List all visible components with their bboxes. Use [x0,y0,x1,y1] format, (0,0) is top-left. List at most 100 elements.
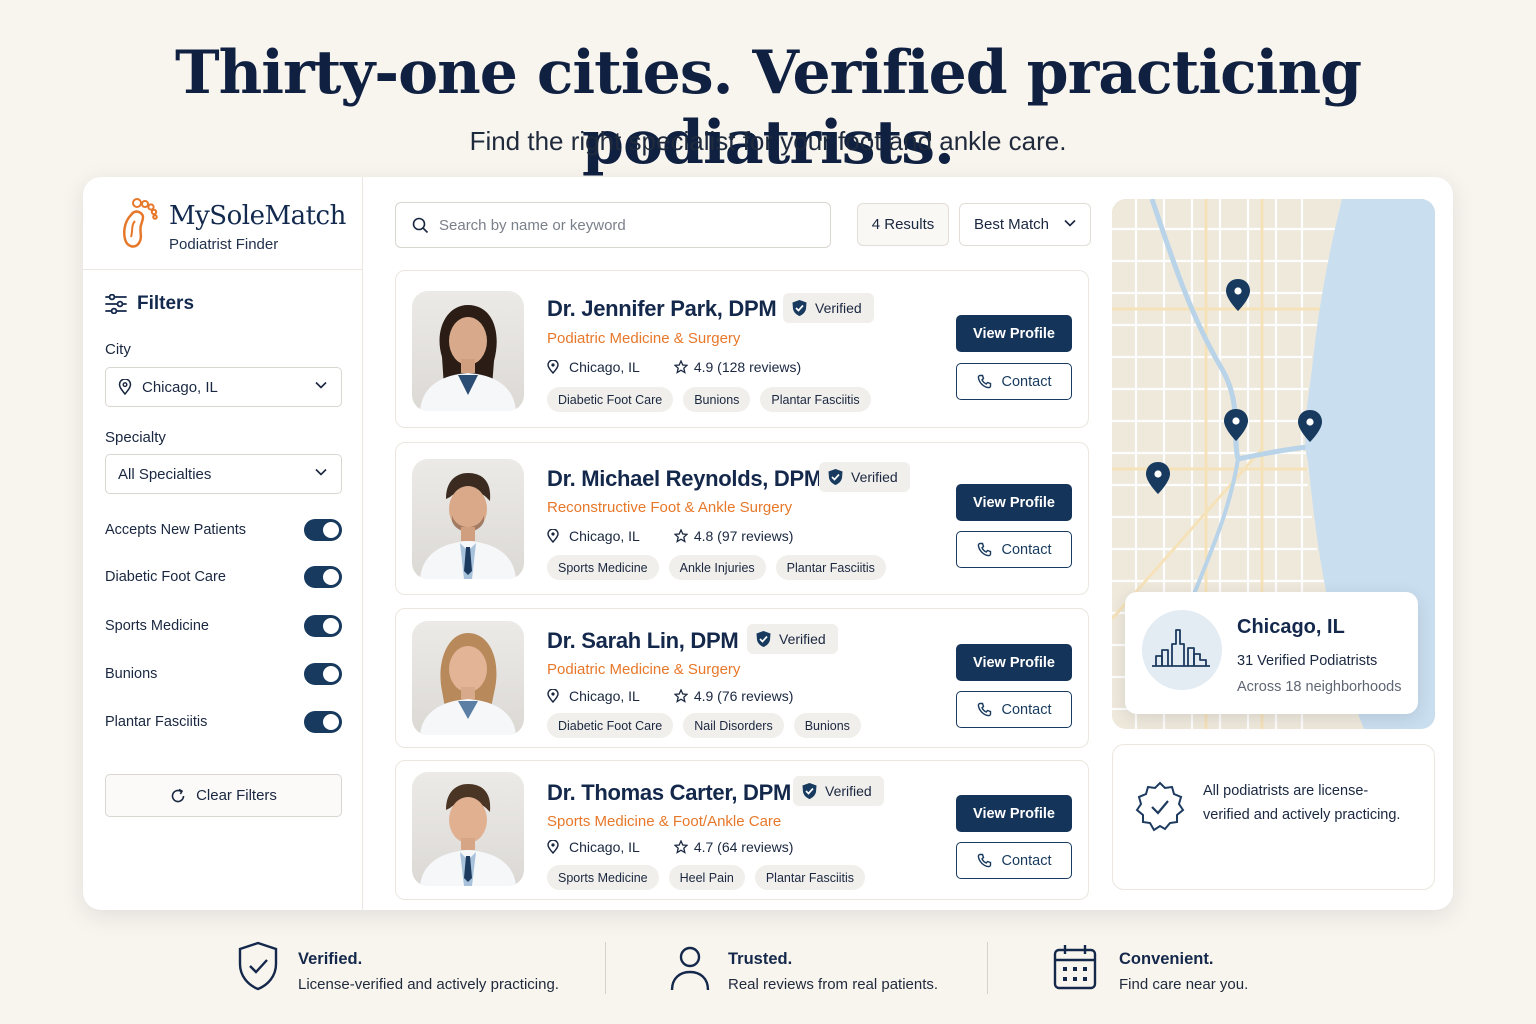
filters-title: Filters [137,293,195,314]
sliders-icon [105,294,127,314]
doctor-portrait-icon [420,473,516,579]
doctor-name: Dr. Michael Reynolds, DPM [547,466,822,491]
tag: Ankle Injuries [668,555,766,580]
doctor-card: Dr. Sarah Lin, DPM Verified Podiatric Me… [395,608,1089,748]
feature-desc: License-verified and actively practicing… [298,976,559,993]
tag: Sports Medicine [547,555,659,580]
doctor-meta: Chicago, IL 4.7 (64 reviews) [547,839,793,855]
doctor-specialty: Podiatric Medicine & Surgery [547,330,741,347]
filters-heading: Filters [105,293,194,315]
toggle-label: Bunions [105,666,158,682]
bunions-toggle[interactable] [304,663,342,685]
contact-label: Contact [1001,701,1052,718]
contact-button[interactable]: Contact [956,842,1072,879]
doctor-photo [412,459,524,579]
feature-desc: Find care near you. [1119,976,1249,993]
phone-icon [977,542,991,557]
results-count: 4 Results [857,203,949,246]
verified-label: Verified [815,300,862,316]
accepts-new-patients-toggle[interactable] [304,519,342,541]
city-podiatrist-count: 31 Verified Podiatrists [1237,653,1378,669]
verified-check-icon [802,783,817,799]
tag: Bunions [793,713,861,738]
doctor-rating: 4.9 (76 reviews) [693,688,794,704]
verified-check-icon [828,469,843,485]
toggle-row-diabetic-foot-care: Diabetic Foot Care [105,564,342,590]
doctor-name: Dr. Thomas Carter, DPM [547,780,792,805]
tag: Plantar Fasciitis [754,865,866,890]
toggle-row-plantar-fasciitis: Plantar Fasciitis [105,709,342,735]
contact-label: Contact [1001,373,1052,390]
verified-check-icon [756,631,771,647]
phone-icon [977,853,991,868]
verified-badge: Verified [747,624,838,654]
chevron-down-icon [315,468,327,476]
city-neighborhoods: Across 18 neighborhoods [1237,679,1402,695]
feature-title: Convenient. [1119,950,1214,968]
user-icon [670,946,710,991]
diabetic-foot-care-toggle[interactable] [304,566,342,588]
doctor-card: Dr. Thomas Carter, DPM Verified Sports M… [395,760,1089,900]
brand-header: MySoleMatch Podiatrist Finder [83,177,363,270]
specialty-select[interactable]: All Specialties [105,454,342,494]
license-note-card: All podiatrists are license-verified and… [1112,744,1435,890]
app-window: MySoleMatch Podiatrist Finder Filters Ci… [83,177,1453,910]
sidebar: MySoleMatch Podiatrist Finder Filters Ci… [83,177,363,910]
toggle-label: Plantar Fasciitis [105,714,208,730]
sort-select-value: Best Match [974,216,1050,233]
verified-badge: Verified [793,776,884,806]
doctor-specialty: Sports Medicine & Foot/Ankle Care [547,813,782,830]
verified-check-icon [792,300,807,316]
phone-icon [977,702,991,717]
doctor-tags: Diabetic Foot Care Nail Disorders Bunion… [547,713,861,738]
verified-badge: Verified [819,462,910,492]
doctor-location: Chicago, IL [569,688,640,704]
location-pin-icon [547,529,559,543]
tag: Diabetic Foot Care [547,387,674,412]
brand-name: MySoleMatch [169,201,346,231]
calendar-icon [1053,945,1097,990]
brand-tagline: Podiatrist Finder [169,236,279,253]
hero-title: Thirty-one cities. Verified practicing p… [174,38,1362,178]
search-placeholder: Search by name or keyword [439,216,626,234]
search-icon [412,217,429,233]
feature-verified: Verified. License-verified and actively … [236,940,576,996]
feature-desc: Real reviews from real patients. [728,976,939,993]
doctor-tags: Sports Medicine Ankle Injuries Plantar F… [547,555,886,580]
doctor-card: Dr. Michael Reynolds, DPM Verified Recon… [395,442,1089,595]
view-profile-button[interactable]: View Profile [956,795,1072,832]
verified-label: Verified [851,469,898,485]
hero-subtitle: Find the right specialist for your foot … [469,126,1067,156]
plantar-fasciitis-toggle[interactable] [304,711,342,733]
badge-check-icon [1135,781,1185,832]
view-profile-button[interactable]: View Profile [956,484,1072,521]
doctor-specialty: Reconstructive Foot & Ankle Surgery [547,499,793,516]
verified-label: Verified [779,631,826,647]
sort-select[interactable]: Best Match [959,203,1091,246]
clear-filters-button[interactable]: Clear Filters [105,774,342,817]
doctor-rating: 4.9 (128 reviews) [693,359,802,375]
clear-filters-label: Clear Filters [196,787,277,804]
view-profile-button[interactable]: View Profile [956,644,1072,681]
doctor-tags: Diabetic Foot Care Bunions Plantar Fasci… [547,387,871,412]
city-label: City [105,341,131,358]
tag: Nail Disorders [683,713,784,738]
search-input[interactable]: Search by name or keyword [395,202,831,248]
verified-badge: Verified [783,293,874,323]
contact-button[interactable]: Contact [956,531,1072,568]
city-name: Chicago, IL [1237,616,1345,638]
location-pin-icon [547,840,559,854]
verified-label: Verified [825,783,872,799]
doctor-photo [412,291,524,411]
view-profile-button[interactable]: View Profile [956,315,1072,352]
contact-button[interactable]: Contact [956,691,1072,728]
city-summary-card: Chicago, IL 31 Verified Podiatrists Acro… [1125,592,1418,714]
chevron-down-icon [1064,219,1076,227]
sports-medicine-toggle[interactable] [304,615,342,637]
doctor-name: Dr. Jennifer Park, DPM [547,296,777,321]
doctor-tags: Sports Medicine Heel Pain Plantar Fascii… [547,865,866,890]
toggle-label: Diabetic Foot Care [105,569,226,585]
city-select[interactable]: Chicago, IL [105,367,342,407]
toggle-label: Sports Medicine [105,618,209,634]
contact-button[interactable]: Contact [956,363,1072,400]
